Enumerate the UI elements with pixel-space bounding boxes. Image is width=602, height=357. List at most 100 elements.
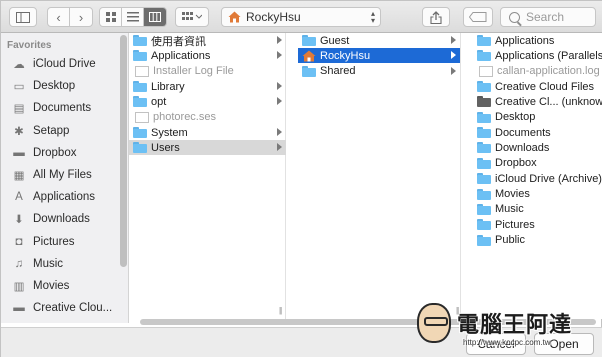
file-name: Dropbox [495, 157, 537, 170]
folder-icon [477, 157, 491, 169]
sidebar-item-label: Dropbox [33, 146, 77, 159]
disclosure-chevron-icon [277, 36, 282, 44]
toolbar: ‹ › RockyHsu ▴ ▾ Search [1, 1, 602, 33]
sidebar-item-label: iCloud Drive [33, 58, 96, 70]
file-row[interactable]: Creative Cloud Files [473, 79, 602, 94]
file-row[interactable]: Downloads [473, 140, 602, 155]
document-icon [135, 65, 149, 77]
folder-icon [133, 50, 147, 62]
file-row[interactable]: Music [473, 202, 602, 217]
sidebar-item[interactable]: ⬇ Downloads [1, 208, 119, 230]
arrange-button[interactable] [175, 7, 209, 27]
desktop-icon: ▭ [13, 81, 25, 94]
file-row[interactable]: System [129, 125, 286, 140]
folder-icon [477, 111, 491, 123]
file-row[interactable]: Pictures [473, 217, 602, 232]
file-row[interactable]: Applications (Parallels) [473, 48, 602, 63]
sidebar-item[interactable]: ▭ Desktop [1, 75, 119, 97]
disclosure-chevron-icon [277, 128, 282, 137]
sidebar-item-label: Applications [33, 191, 96, 204]
sidebar-heading: Favorites [7, 40, 52, 51]
file-row[interactable]: photorec.ses [129, 110, 286, 125]
folder-icon: ▬ [13, 302, 25, 315]
file-row[interactable]: Dropbox [473, 156, 602, 171]
column-users: Guest RockyHsu Shared || [298, 33, 461, 319]
columns-icon [149, 12, 161, 22]
file-row[interactable]: Applications [473, 33, 602, 48]
disclosure-chevron-icon [277, 51, 282, 60]
back-button[interactable]: ‹ [48, 8, 70, 26]
file-row[interactable]: Creative Cl... (unknown) [473, 94, 602, 109]
folder-icon [133, 35, 147, 46]
folder-icon [477, 234, 491, 246]
sidebar-item[interactable]: ◘ Pictures [1, 231, 119, 253]
sidebar-item[interactable]: ☁ iCloud Drive [1, 53, 119, 75]
view-mode-control [99, 7, 167, 27]
location-popup[interactable]: RockyHsu ▴ ▾ [221, 7, 381, 27]
folder-icon [477, 188, 491, 200]
sidebar-item[interactable]: ▬ Dropbox [1, 142, 119, 164]
sidebar-item[interactable]: ▦ All My Files [1, 164, 119, 186]
sidebar-item-label: Documents [33, 102, 92, 115]
watermark: 電腦王阿達 http://www.kocpc.com.tw [417, 299, 602, 355]
file-row[interactable]: Documents [473, 125, 602, 140]
folder-icon [133, 127, 147, 139]
back-forward-control: ‹ › [47, 7, 93, 27]
file-row[interactable]: Desktop [473, 110, 602, 125]
disclosure-chevron-icon [451, 66, 456, 75]
folder-icon: ▬ [13, 146, 25, 159]
file-row[interactable]: Library [129, 79, 286, 94]
camera-icon: ◘ [15, 235, 23, 248]
grid-icon [105, 12, 116, 22]
file-row[interactable]: Guest [298, 33, 460, 48]
column-home: Applications Applications (Parallels) call… [473, 33, 602, 319]
file-row[interactable]: Public [473, 233, 602, 248]
file-row[interactable]: Applications [129, 48, 286, 63]
file-name: Documents [495, 126, 551, 139]
tag-button[interactable] [463, 7, 493, 27]
file-name: opt [151, 95, 167, 108]
forward-button[interactable]: › [70, 8, 92, 26]
file-row[interactable]: 使用者資訊 [129, 33, 286, 48]
sidebar-item[interactable]: ✱ Setapp [1, 120, 119, 142]
folder-icon [133, 142, 147, 154]
file-row[interactable]: opt [129, 94, 286, 109]
file-name: System [151, 126, 188, 139]
sidebar-item[interactable]: ▥ Movies [1, 275, 119, 297]
file-row[interactable]: Shared [298, 64, 460, 79]
sidebar-icon [16, 11, 30, 23]
sidebar-item[interactable]: ▤ Documents [1, 97, 119, 119]
file-row[interactable]: iCloud Drive (Archive) [473, 171, 602, 186]
file-name: Guest [320, 34, 350, 47]
watermark-avatar [417, 303, 451, 343]
sidebar-toggle-button[interactable] [9, 7, 37, 27]
search-field[interactable]: Search [500, 7, 596, 27]
arrange-grid-icon [182, 12, 202, 20]
sidebar-scrollbar[interactable] [120, 35, 127, 267]
folder-icon [477, 35, 491, 46]
icon-view-button[interactable] [100, 8, 122, 26]
file-row[interactable]: Users [129, 140, 286, 156]
share-button[interactable] [422, 7, 450, 27]
all-files-icon: ▦ [13, 170, 25, 182]
file-row[interactable]: callan-application.log [473, 64, 602, 79]
list-view-button[interactable] [122, 8, 144, 26]
file-name: Library [151, 80, 185, 93]
sidebar-item[interactable]: ▬ Creative Clou... [1, 297, 119, 319]
column-resize-handle[interactable]: || [279, 306, 282, 315]
sidebar-item-label: Movies [33, 280, 70, 292]
folder-icon [133, 81, 147, 93]
file-name: RockyHsu [320, 49, 371, 62]
documents-icon: ▤ [13, 103, 25, 116]
column-view-button[interactable] [144, 8, 166, 26]
sidebar-item[interactable]: ♫ Music [1, 253, 119, 275]
sidebar-item[interactable]: A Applications [1, 186, 119, 208]
applications-icon: A [15, 191, 23, 204]
search-placeholder: Search [526, 10, 565, 24]
file-row[interactable]: Movies [473, 187, 602, 202]
file-row[interactable]: RockyHsu [298, 48, 460, 64]
file-name: Applications [495, 34, 555, 47]
file-row[interactable]: Installer Log File [129, 64, 286, 79]
file-name: Public [495, 234, 525, 247]
music-icon: ♫ [14, 257, 24, 270]
